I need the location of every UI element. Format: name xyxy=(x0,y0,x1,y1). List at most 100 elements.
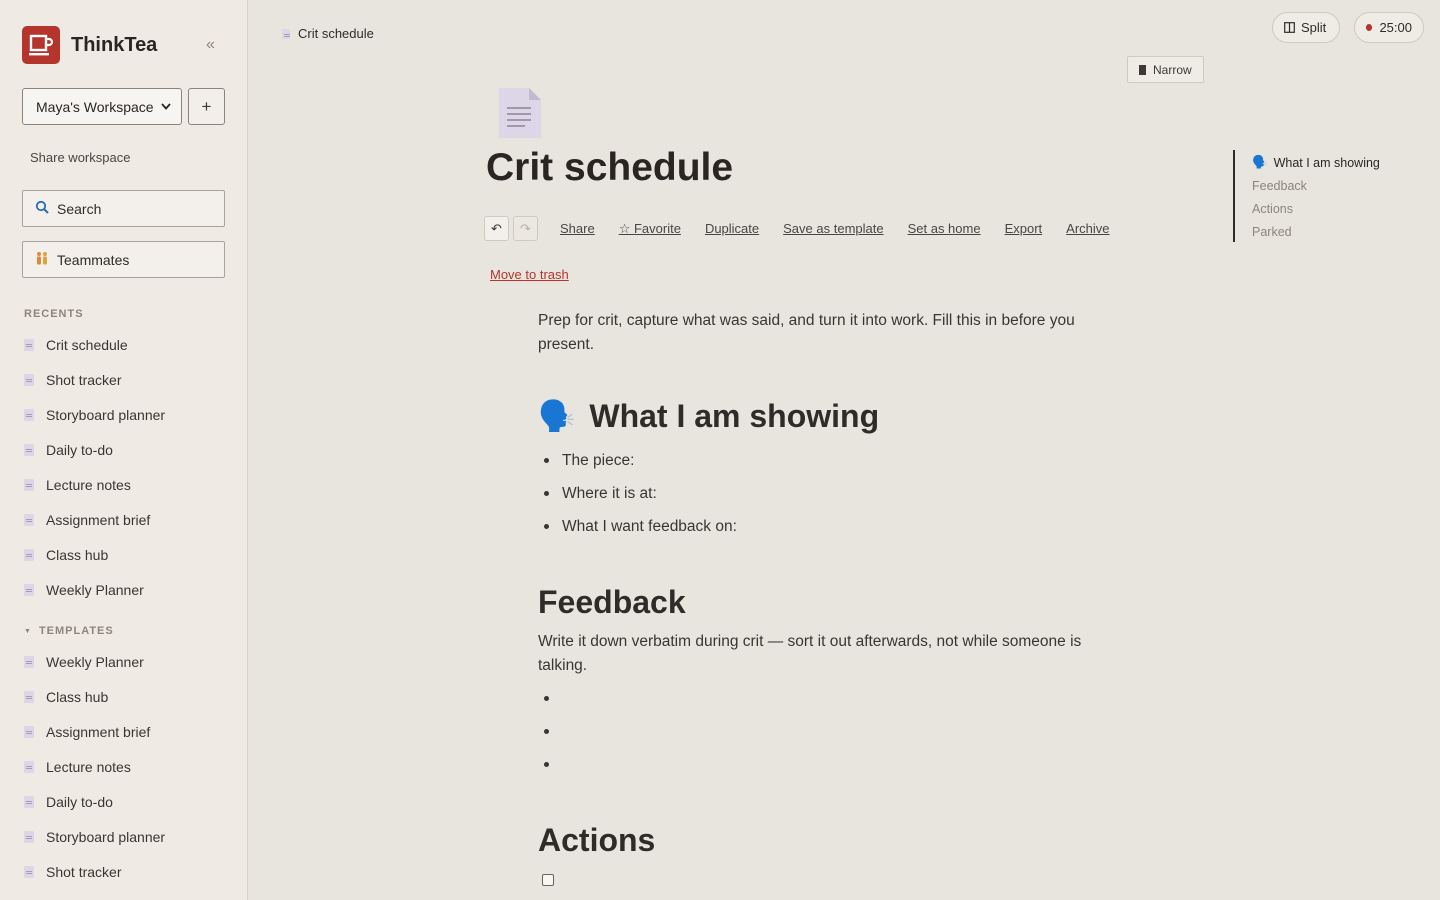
duplicate-action[interactable]: Duplicate xyxy=(705,221,759,236)
sidebar-item-label: Storyboard planner xyxy=(46,828,166,845)
heading-what-i-am-showing[interactable]: 🗣️ What I am showing xyxy=(538,398,879,435)
sidebar-item-label: Weekly Planner xyxy=(46,653,144,670)
split-view-icon xyxy=(1284,22,1295,33)
feedback-bullet-list xyxy=(544,682,562,781)
sidebar-item[interactable]: Shot tracker xyxy=(0,362,247,397)
add-workspace-button[interactable]: + xyxy=(188,88,225,125)
sidebar-item-label: Daily to-do xyxy=(46,441,113,458)
set-as-home-action[interactable]: Set as home xyxy=(908,221,981,236)
document-icon xyxy=(24,548,34,561)
feedback-paragraph[interactable]: Write it down verbatim during crit — sor… xyxy=(538,630,1118,678)
page-title[interactable]: Crit schedule xyxy=(486,146,733,190)
sidebar: ThinkTea « Maya's Workspace + Share work… xyxy=(0,0,248,900)
document-icon xyxy=(24,373,34,386)
workspace-select[interactable]: Maya's Workspace xyxy=(22,88,182,125)
pomodoro-timer[interactable]: 25:00 xyxy=(1354,12,1424,43)
recording-dot-icon xyxy=(1366,24,1373,31)
sidebar-item[interactable]: Lecture notes xyxy=(0,467,247,502)
document-icon xyxy=(24,795,34,808)
toc-item-what-i-am-showing[interactable]: 🗣️ What I am showing xyxy=(1252,151,1380,174)
narrow-width-button[interactable]: Narrow xyxy=(1127,56,1204,83)
sidebar-item-label: Class hub xyxy=(46,688,109,705)
toc-item-actions[interactable]: Actions xyxy=(1252,197,1380,220)
workspace-name: Maya's Workspace xyxy=(36,98,154,115)
sidebar-item[interactable]: Shot tracker xyxy=(0,854,247,889)
split-button[interactable]: Split xyxy=(1272,12,1340,43)
teacup-logo-icon xyxy=(22,26,60,64)
sidebar-item-label: Lecture notes xyxy=(46,476,131,493)
templates-heading[interactable]: ▼ TEMPLATES xyxy=(24,625,114,637)
document-icon xyxy=(24,865,34,878)
list-item[interactable] xyxy=(544,715,562,748)
archive-action[interactable]: Archive xyxy=(1066,221,1109,236)
sidebar-item[interactable]: Storyboard planner xyxy=(0,397,247,432)
document-icon xyxy=(24,583,34,596)
list-item[interactable]: Where it is at: xyxy=(544,477,737,510)
sidebar-item[interactable]: Weekly Planner xyxy=(0,644,247,679)
list-item[interactable]: What I want feedback on: xyxy=(544,510,737,543)
templates-list: Weekly Planner Class hub Assignment brief L… xyxy=(0,644,247,889)
document-icon xyxy=(24,478,34,491)
document-icon xyxy=(24,830,34,843)
sidebar-item[interactable]: Class hub xyxy=(0,537,247,572)
toc-item-feedback[interactable]: Feedback xyxy=(1252,174,1380,197)
document-icon xyxy=(24,513,34,526)
sidebar-item[interactable]: Weekly Planner xyxy=(0,572,247,607)
table-of-contents: 🗣️ What I am showing Feedback Actions Pa… xyxy=(1252,151,1380,243)
export-action[interactable]: Export xyxy=(1005,221,1043,236)
sidebar-item-label: Assignment brief xyxy=(46,511,151,528)
search-icon xyxy=(35,200,51,217)
templates-heading-label: TEMPLATES xyxy=(38,625,114,637)
document-icon xyxy=(24,690,34,703)
sidebar-item[interactable]: Storyboard planner xyxy=(0,819,247,854)
page-document-icon[interactable] xyxy=(497,86,543,145)
undo-button[interactable]: ↶ xyxy=(484,216,509,241)
sidebar-item-label: Lecture notes xyxy=(46,758,131,775)
document-icon xyxy=(24,655,34,668)
sidebar-item[interactable]: Crit schedule xyxy=(0,327,247,362)
teammates-label: Teammates xyxy=(57,251,130,268)
list-item[interactable] xyxy=(544,748,562,781)
sidebar-item[interactable]: Class hub xyxy=(0,679,247,714)
document-icon xyxy=(282,28,290,39)
share-workspace-link[interactable]: Share workspace xyxy=(30,150,130,165)
toc-label: What I am showing xyxy=(1273,155,1380,170)
sidebar-item-label: Storyboard planner xyxy=(46,406,166,423)
list-item[interactable] xyxy=(544,682,562,715)
sidebar-item[interactable]: Daily to-do xyxy=(0,784,247,819)
toc-item-parked[interactable]: Parked xyxy=(1252,220,1380,243)
share-action[interactable]: Share xyxy=(560,221,595,236)
chevron-down-icon xyxy=(161,103,171,110)
heading-feedback[interactable]: Feedback xyxy=(538,584,686,621)
intro-paragraph[interactable]: Prep for crit, capture what was said, an… xyxy=(538,309,1118,357)
breadcrumb[interactable]: Crit schedule xyxy=(282,26,374,41)
favorite-action[interactable]: ☆ Favorite xyxy=(619,221,681,237)
list-item[interactable]: The piece: xyxy=(544,444,737,477)
sidebar-item[interactable]: Daily to-do xyxy=(0,432,247,467)
sidebar-item-label: Weekly Planner xyxy=(46,581,144,598)
app-name: ThinkTea xyxy=(71,33,158,56)
document-icon xyxy=(24,408,34,421)
narrow-icon xyxy=(1139,64,1146,75)
collapse-sidebar-icon[interactable]: « xyxy=(206,36,215,54)
narrow-label: Narrow xyxy=(1153,62,1192,77)
sidebar-item-label: Shot tracker xyxy=(46,371,122,388)
redo-button[interactable]: ↷ xyxy=(513,216,538,241)
sidebar-item[interactable]: Assignment brief xyxy=(0,714,247,749)
move-to-trash-link[interactable]: Move to trash xyxy=(490,267,569,282)
recents-heading: RECENTS xyxy=(24,308,84,320)
teammates-button[interactable]: Teammates xyxy=(22,241,225,278)
showing-bullet-list: The piece: Where it is at: What I want f… xyxy=(544,444,737,543)
save-as-template-action[interactable]: Save as template xyxy=(783,221,883,236)
brand[interactable]: ThinkTea xyxy=(22,26,157,64)
sidebar-item[interactable]: Assignment brief xyxy=(0,502,247,537)
split-label: Split xyxy=(1301,20,1327,35)
breadcrumb-label: Crit schedule xyxy=(298,26,374,41)
caret-down-icon: ▼ xyxy=(24,627,32,635)
sidebar-item[interactable]: Lecture notes xyxy=(0,749,247,784)
todo-checkbox[interactable] xyxy=(542,874,554,886)
heading-actions[interactable]: Actions xyxy=(538,822,655,859)
sidebar-item-label: Assignment brief xyxy=(46,723,151,740)
search-button[interactable]: Search xyxy=(22,190,225,227)
heading-text: What I am showing xyxy=(589,398,880,434)
